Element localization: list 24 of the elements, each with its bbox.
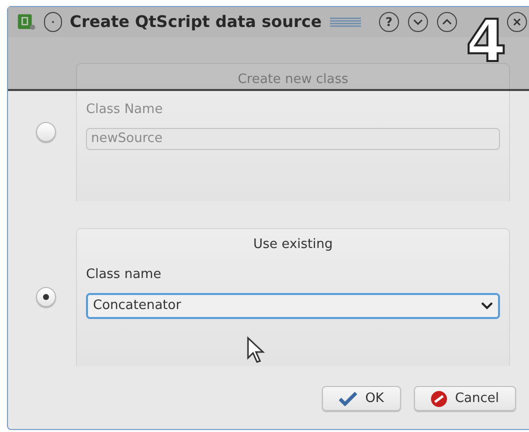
chevron-down-icon — [481, 302, 493, 310]
checkmark-icon — [339, 392, 358, 406]
maximize-button[interactable] — [437, 12, 457, 32]
cancel-icon — [430, 390, 447, 406]
title-decoration-icon — [330, 16, 361, 28]
class-name-dropdown[interactable]: Concatenator — [86, 293, 500, 319]
ok-button[interactable]: OK — [322, 386, 401, 411]
chevron-up-icon — [442, 19, 452, 25]
group-title: Use existing — [252, 236, 334, 254]
close-icon — [513, 18, 521, 26]
field-label: Class Name — [86, 100, 164, 118]
close-button[interactable] — [507, 12, 527, 32]
app-icon — [17, 12, 36, 32]
step-number: 4 — [466, 12, 506, 70]
cancel-button[interactable]: Cancel — [414, 386, 516, 411]
window-title: Create QtScript data source — [70, 11, 322, 33]
group-title: Create new class — [236, 71, 350, 89]
field-label: Class name — [86, 266, 162, 284]
chevron-down-icon — [413, 19, 423, 25]
help-button[interactable]: ? — [379, 12, 399, 32]
radio-button[interactable] — [36, 287, 56, 307]
menu-button[interactable] — [44, 12, 62, 32]
mouse-cursor-icon — [246, 336, 266, 364]
minimize-button[interactable] — [408, 12, 428, 32]
